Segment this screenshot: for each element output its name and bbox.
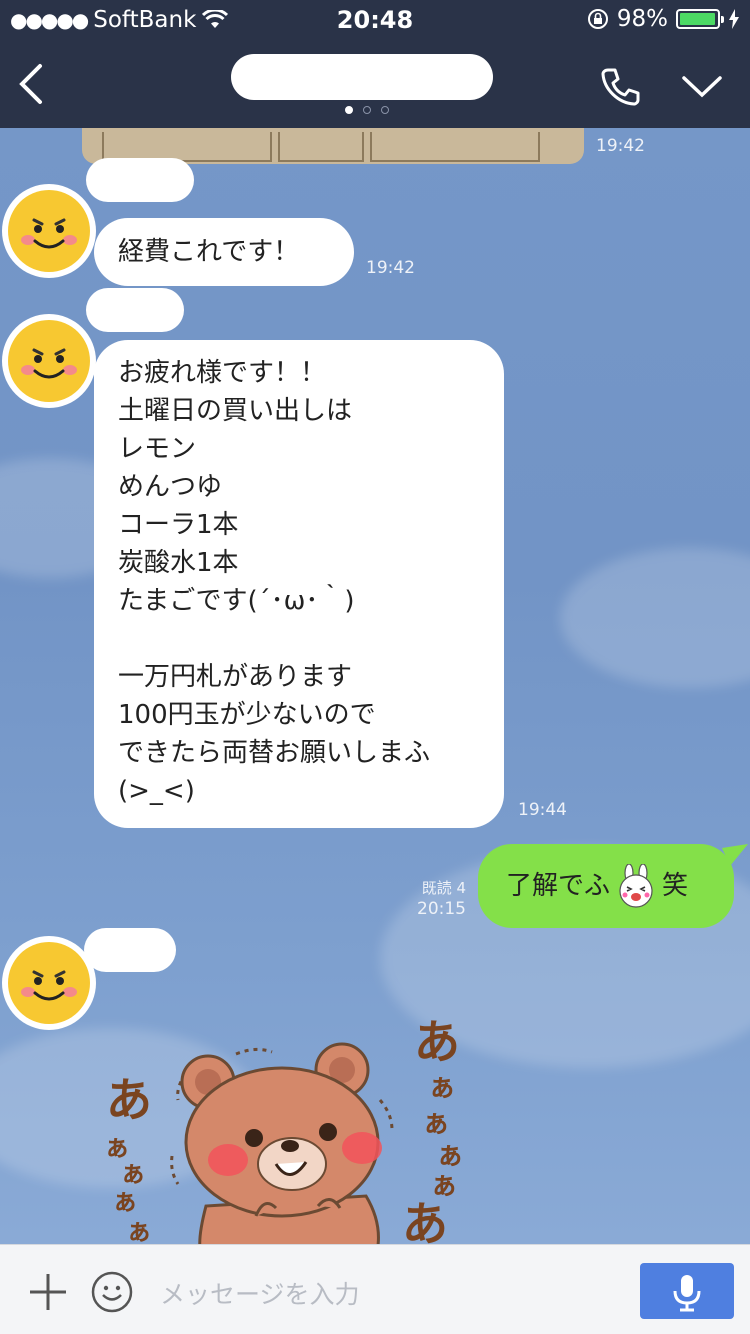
emoji-icon[interactable] xyxy=(90,1270,134,1314)
plus-icon[interactable] xyxy=(28,1272,68,1312)
orientation-lock-icon xyxy=(587,9,608,29)
message-text: 笑 xyxy=(662,871,689,901)
phone-icon[interactable] xyxy=(598,64,642,108)
message-text: 了解でふ xyxy=(506,871,611,901)
message-line: (>_<) xyxy=(118,776,195,806)
svg-text:あ: あ xyxy=(414,1015,460,1069)
chevron-left-icon[interactable] xyxy=(14,62,54,106)
page-dot xyxy=(381,106,389,114)
sender-name xyxy=(86,288,184,332)
microphone-icon xyxy=(673,1275,701,1312)
chat-area[interactable]: 19:42 経費これです！ 19:42 お疲れ様です！！ 土曜日の買い出しは レ… xyxy=(0,128,750,1244)
page-dot xyxy=(345,106,353,114)
bunny-emoji-icon xyxy=(619,864,653,908)
svg-text:ぁ: ぁ xyxy=(422,1106,450,1139)
message-time: 19:44 xyxy=(518,800,567,820)
smiley-face-icon xyxy=(8,320,90,402)
bubble-tail xyxy=(722,844,748,866)
message-input[interactable]: メッセージを入力 xyxy=(160,1275,360,1311)
message-bubble[interactable]: お疲れ様です！！ 土曜日の買い出しは レモン めんつゆ コーラ1本 炭酸水1本 … xyxy=(94,340,504,828)
message-line: たまごです(´･ω･｀) xyxy=(118,586,355,616)
chat-title[interactable] xyxy=(231,54,493,100)
sticker-message[interactable]: あ ぁ ぁ ぁ ぁ あ ぁ ぁ ぁ ぁ あ xyxy=(96,996,476,1244)
avatar[interactable] xyxy=(2,936,96,1030)
smiley-face-icon xyxy=(8,942,90,1024)
message-time: 19:42 xyxy=(596,136,645,156)
svg-text:ぁ: ぁ xyxy=(428,1070,456,1103)
avatar[interactable] xyxy=(2,184,96,278)
svg-text:ぁ: ぁ xyxy=(436,1138,464,1171)
message-line: レモン xyxy=(118,434,197,464)
charging-icon xyxy=(729,9,739,29)
message-line: 一万円札があります xyxy=(118,662,353,692)
message-line: 炭酸水1本 xyxy=(118,548,239,578)
message-input-bar: メッセージを入力 xyxy=(0,1244,750,1334)
message-line: お疲れ様です！！ xyxy=(118,358,327,388)
sticker-text: あ xyxy=(106,1073,152,1127)
my-message-bubble[interactable]: 了解でふ 笑 xyxy=(478,844,734,928)
voice-button[interactable] xyxy=(640,1263,734,1319)
svg-text:あ: あ xyxy=(402,1197,448,1244)
svg-text:ぁ: ぁ xyxy=(112,1187,138,1217)
status-bar: ●●●●● SoftBank 20:48 98% xyxy=(0,0,750,40)
battery-icon xyxy=(676,9,724,29)
chevron-down-icon[interactable] xyxy=(678,68,726,104)
read-count: 既読 4 xyxy=(421,879,466,897)
message-line: 100円玉が少ないので xyxy=(118,700,376,730)
message-line: できたら両替お願いしまふ xyxy=(118,738,431,768)
svg-text:ぁ: ぁ xyxy=(120,1159,146,1189)
message-line: 土曜日の買い出しは xyxy=(118,396,353,426)
message-line xyxy=(118,620,480,658)
message-time: 20:15 xyxy=(417,899,466,919)
sender-name xyxy=(84,928,176,972)
sender-name xyxy=(86,158,194,202)
page-dot xyxy=(363,106,371,114)
message-line: めんつゆ xyxy=(118,472,223,502)
page-indicator xyxy=(345,106,389,114)
message-time: 19:42 xyxy=(366,258,415,278)
chat-header xyxy=(0,40,750,128)
message-text: 経費これです！ xyxy=(118,237,300,267)
battery-percent: 98% xyxy=(616,6,668,32)
smiley-face-icon xyxy=(8,190,90,272)
message-bubble[interactable]: 経費これです！ xyxy=(94,218,354,286)
read-receipt: 既読 4 20:15 xyxy=(400,878,466,920)
avatar[interactable] xyxy=(2,314,96,408)
svg-text:ぁ: ぁ xyxy=(126,1217,152,1244)
message-line: コーラ1本 xyxy=(118,510,239,540)
bear-sticker-icon: あ ぁ ぁ ぁ ぁ あ ぁ ぁ ぁ ぁ あ xyxy=(104,1015,464,1244)
